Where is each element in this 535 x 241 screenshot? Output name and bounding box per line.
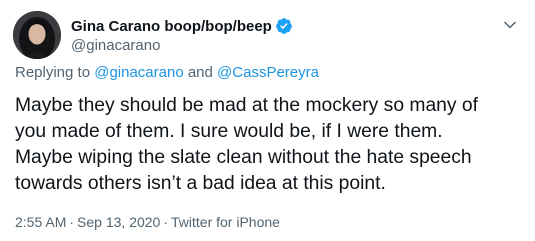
tweet-text-line: Maybe they should be mad at the mockery … xyxy=(15,95,478,116)
tweet-card: Gina Carano boop/bop/beep @ginacarano Re… xyxy=(0,0,535,241)
tweet-text-line: Maybe wiping the slate clean without the… xyxy=(15,147,472,168)
reply-mention-casspereyra[interactable]: @CassPereyra xyxy=(217,64,319,81)
tweet-text-line: you made of them. I sure would be, if I … xyxy=(15,121,443,142)
meta-separator: · xyxy=(163,214,169,230)
avatar-image xyxy=(13,11,61,59)
name-row: Gina Carano boop/bop/beep xyxy=(71,16,293,36)
reply-mention-ginacarano[interactable]: @ginacarano xyxy=(94,64,183,81)
replying-to-conjunction: and xyxy=(187,64,213,81)
replying-to-label: Replying to xyxy=(15,64,91,81)
avatar[interactable] xyxy=(13,11,61,59)
tweet-source[interactable]: Twitter for iPhone xyxy=(171,214,280,230)
replying-to: Replying to @ginacarano and @CassPereyra xyxy=(15,64,319,81)
tweet-date[interactable]: Sep 13, 2020 xyxy=(77,214,160,230)
display-name[interactable]: Gina Carano boop/bop/beep xyxy=(71,18,272,35)
tweet-meta: 2:55 AM · Sep 13, 2020 · Twitter for iPhone xyxy=(15,214,280,230)
verified-badge-icon xyxy=(275,18,292,34)
tweet-text: Maybe they should be mad at the mockery … xyxy=(15,93,523,197)
chevron-down-icon[interactable] xyxy=(500,15,520,35)
author-identity: Gina Carano boop/bop/beep @ginacarano xyxy=(71,16,293,54)
tweet-time[interactable]: 2:55 AM xyxy=(15,214,66,230)
tweet-text-line: towards others isn’t a bad idea at this … xyxy=(15,173,386,194)
meta-separator: · xyxy=(69,214,75,230)
tweet-header: Gina Carano boop/bop/beep @ginacarano xyxy=(13,11,522,59)
author-handle[interactable]: @ginacarano xyxy=(71,37,293,54)
